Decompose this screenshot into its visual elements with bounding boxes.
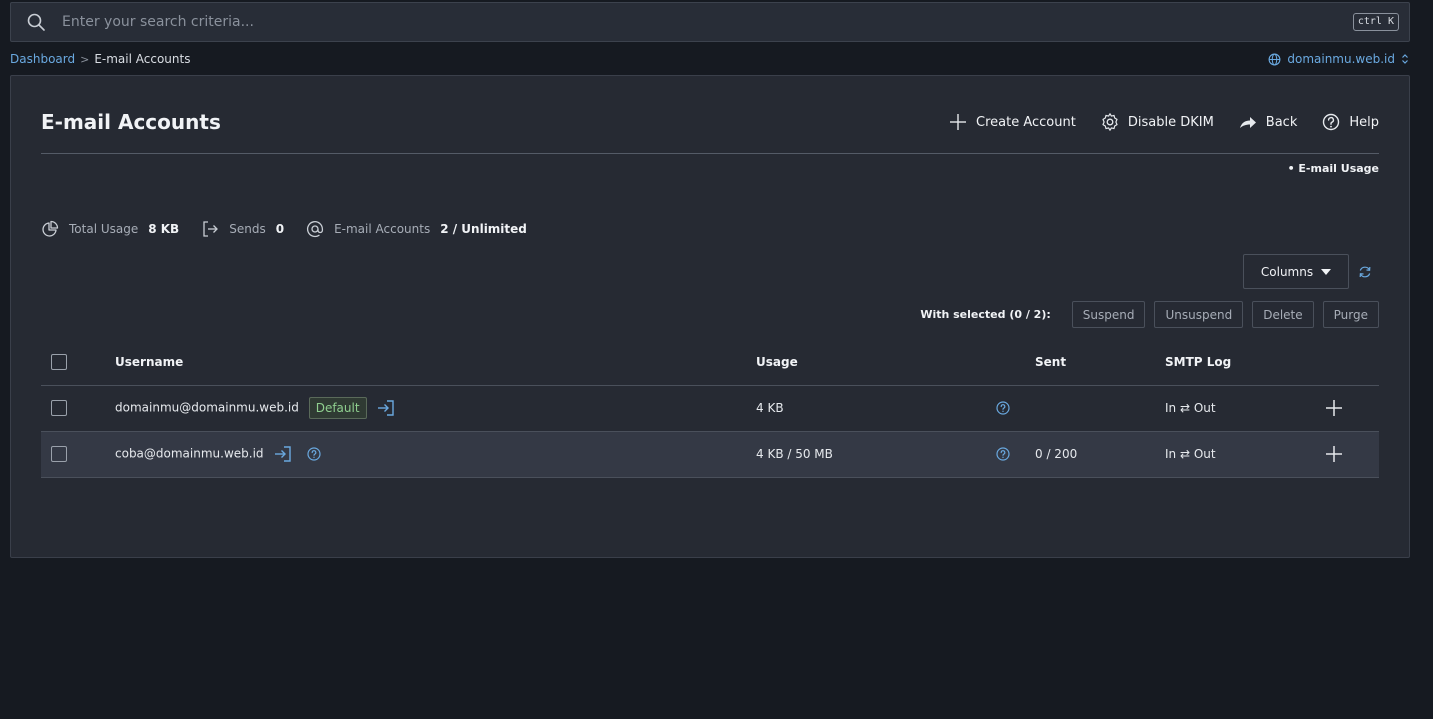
sign-out-icon <box>203 221 219 237</box>
table-header-row: Username Usage Sent SMTP Log <box>41 339 1379 386</box>
shortcut-hint: ctrl K <box>1352 13 1399 31</box>
table-row: coba@domainmu.web.id 4 KB / 50 MB 0 / 20… <box>41 431 1379 478</box>
usage-cell: 4 KB / 50 MB <box>756 431 996 478</box>
bulk-actions: With selected (0 / 2): Suspend Unsuspend… <box>920 301 1379 328</box>
create-account-label: Create Account <box>976 114 1076 130</box>
suspend-button[interactable]: Suspend <box>1071 301 1146 328</box>
stat-sends: Sends 0 <box>201 220 284 238</box>
question-circle-icon[interactable] <box>996 401 1010 415</box>
disable-dkim-button[interactable]: Disable DKIM <box>1100 112 1214 132</box>
default-badge: Default <box>308 397 367 419</box>
delete-button[interactable]: Delete <box>1252 301 1314 328</box>
back-label: Back <box>1265 114 1298 130</box>
expand-plus-icon[interactable] <box>1325 445 1343 463</box>
bulk-selection-label: With selected (0 / 2): <box>920 308 1051 321</box>
stat-email-accounts: E-mail Accounts 2 / Unlimited <box>306 220 527 238</box>
stats-bar: Total Usage 8 KB Sends 0 E-mail Accounts… <box>41 220 549 238</box>
sent-cell <box>1035 385 1165 432</box>
header-smtp-log[interactable]: SMTP Log <box>1165 339 1325 386</box>
username: domainmu@domainmu.web.id <box>115 400 299 415</box>
username: coba@domainmu.web.id <box>115 446 264 461</box>
breadcrumb: Dashboard > E-mail Accounts <box>10 52 190 66</box>
usage-cell: 4 KB <box>756 385 996 432</box>
create-account-button[interactable]: Create Account <box>948 112 1076 132</box>
at-sign-icon <box>307 221 324 238</box>
row-checkbox[interactable] <box>51 446 67 462</box>
columns-label: Columns <box>1260 264 1314 279</box>
email-usage-link[interactable]: • E-mail Usage <box>1288 162 1379 175</box>
share-arrow-icon <box>1239 117 1256 128</box>
smtp-log-cell[interactable]: In ⇄ Out <box>1165 385 1325 432</box>
page-title: E-mail Accounts <box>41 110 221 134</box>
title-divider <box>41 153 1379 154</box>
pie-chart-icon <box>42 220 59 237</box>
table-row: domainmu@domainmu.web.id Default 4 KB In… <box>41 385 1379 432</box>
domain-selector[interactable]: domainmu.web.id <box>1268 52 1409 66</box>
updown-chevron-icon <box>1402 54 1408 64</box>
back-button[interactable]: Back <box>1238 112 1298 132</box>
row-checkbox[interactable] <box>51 400 67 416</box>
breadcrumb-current: E-mail Accounts <box>94 52 191 66</box>
select-all-checkbox[interactable] <box>51 353 67 370</box>
expand-plus-icon[interactable] <box>1325 399 1343 417</box>
search-input[interactable] <box>62 3 1353 41</box>
breadcrumb-dashboard-link[interactable]: Dashboard <box>10 52 75 66</box>
email-accounts-value: 2 / Unlimited <box>440 222 527 236</box>
header-sent[interactable]: Sent <box>1035 339 1165 386</box>
unsuspend-button[interactable]: Unsuspend <box>1154 301 1244 328</box>
globe-icon <box>1268 53 1281 65</box>
caret-down-icon <box>1321 268 1332 275</box>
email-accounts-table: Username Usage Sent SMTP Log domainmu@do… <box>41 339 1379 478</box>
login-icon[interactable] <box>273 444 293 464</box>
smtp-log-cell[interactable]: In ⇄ Out <box>1165 431 1325 478</box>
main-panel: E-mail Accounts Create Account Disable D… <box>10 75 1410 558</box>
stat-total-usage: Total Usage 8 KB <box>41 220 179 238</box>
domain-selector-value: domainmu.web.id <box>1287 52 1395 66</box>
page-actions: Create Account Disable DKIM Back Help <box>948 112 1379 132</box>
sent-cell: 0 / 200 <box>1035 431 1165 478</box>
help-button[interactable]: Help <box>1321 112 1379 132</box>
question-circle-icon <box>1323 113 1340 131</box>
question-circle-icon[interactable] <box>996 447 1010 461</box>
columns-dropdown-button[interactable]: Columns <box>1243 254 1349 289</box>
help-label: Help <box>1349 114 1379 130</box>
total-usage-label: Total Usage <box>69 222 139 236</box>
sends-label: Sends <box>229 222 266 236</box>
total-usage-value: 8 KB <box>148 222 180 236</box>
plus-icon <box>950 114 967 130</box>
breadcrumb-separator: > <box>80 52 90 66</box>
header-username[interactable]: Username <box>115 339 756 386</box>
refresh-icon[interactable] <box>1358 265 1372 279</box>
email-accounts-label: E-mail Accounts <box>334 222 431 236</box>
header-usage[interactable]: Usage <box>756 339 996 386</box>
search-icon <box>27 13 45 31</box>
sends-value: 0 <box>275 222 285 236</box>
login-icon[interactable] <box>376 398 396 418</box>
question-circle-icon[interactable] <box>307 447 321 461</box>
purge-button[interactable]: Purge <box>1322 301 1379 328</box>
disable-dkim-label: Disable DKIM <box>1127 114 1214 130</box>
search-bar[interactable]: ctrl K <box>10 2 1410 42</box>
gear-icon <box>1102 113 1118 131</box>
